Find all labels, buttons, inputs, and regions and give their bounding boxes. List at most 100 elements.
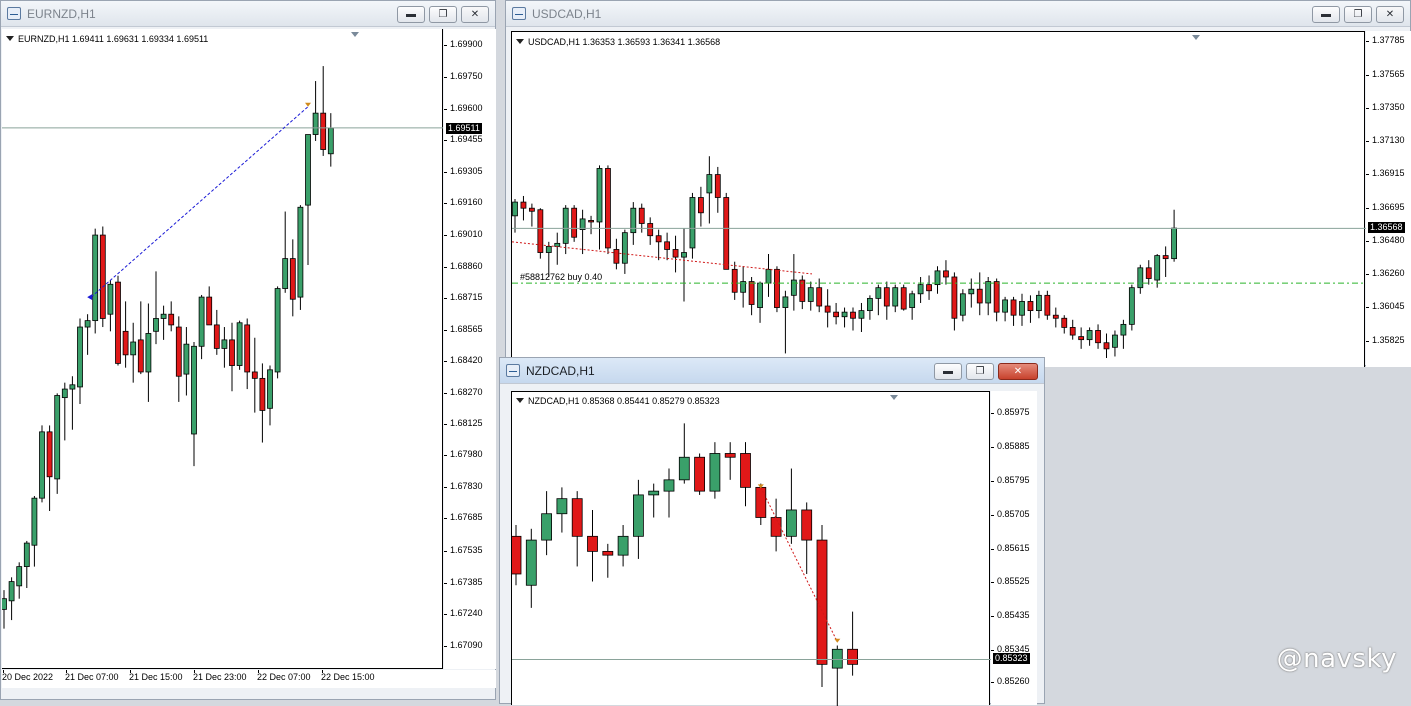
price-axis-label: 1.36260 <box>1372 268 1405 279</box>
watermark-text: @navsky <box>1276 644 1397 674</box>
bull-candle-body <box>790 279 797 296</box>
candle <box>1019 293 1025 326</box>
candle <box>841 307 848 328</box>
close-button[interactable]: ✕ <box>1376 6 1404 23</box>
bull-candle-body <box>16 566 23 587</box>
price-axis-tick <box>444 171 447 173</box>
dropdown-triangle-icon[interactable] <box>516 39 524 44</box>
bull-candle-body <box>282 258 289 289</box>
bull-candle-body <box>706 174 713 194</box>
eurnzd-price-scale[interactable]: 1.69900 1.69750 1.69600 1.69455 1.69305 1.691… <box>444 29 496 669</box>
candle <box>831 645 843 706</box>
candle <box>137 301 144 375</box>
price-axis-label: 0.85615 <box>997 542 1030 553</box>
window-title: NZDCAD,H1 <box>526 364 595 378</box>
chart-shift-marker-icon[interactable] <box>890 395 898 400</box>
bull-candle-body <box>525 539 537 586</box>
candle <box>664 232 671 261</box>
bull-candle-body <box>866 297 873 312</box>
restore-button[interactable]: ❐ <box>429 6 457 23</box>
bear-candle-body <box>1162 255 1169 260</box>
candle <box>1171 209 1177 262</box>
bear-candle-body <box>571 498 583 537</box>
price-axis-tick <box>991 548 994 550</box>
price-axis-tick <box>1366 307 1369 309</box>
price-axis-tick <box>444 298 447 300</box>
exit-arrow-icon <box>305 102 311 107</box>
candle <box>1095 324 1101 349</box>
price-axis-label: 1.68125 <box>450 418 483 429</box>
price-axis-tick <box>1366 174 1369 176</box>
price-axis-tick <box>1366 274 1369 276</box>
price-axis-label: 0.85525 <box>997 576 1030 587</box>
usdcad-chart-window[interactable]: USDCAD,H1 ▬ ❐ ✕ USDCAD,H1 1.36353 1.3659… <box>505 0 1411 367</box>
candle <box>774 266 780 313</box>
candle <box>39 425 45 503</box>
nzdcad-price-scale[interactable]: 0.85975 0.85885 0.85795 0.85705 0.85615 0.855… <box>991 391 1037 705</box>
price-axis-label: 1.67090 <box>450 639 483 650</box>
bear-candle-body <box>833 311 840 318</box>
dropdown-triangle-icon[interactable] <box>6 36 14 41</box>
bear-candle-body <box>714 174 721 198</box>
chart-shift-marker-icon[interactable] <box>351 32 359 37</box>
candle <box>678 423 690 484</box>
minimize-button[interactable]: ▬ <box>934 363 962 380</box>
bear-candle-body <box>755 486 767 518</box>
candle <box>934 266 941 294</box>
restore-button[interactable]: ❐ <box>966 363 994 380</box>
close-button[interactable]: ✕ <box>461 6 489 23</box>
candle <box>198 294 205 360</box>
candle <box>807 281 814 311</box>
candle <box>1128 284 1135 331</box>
price-axis-tick <box>444 330 447 332</box>
candle <box>99 226 106 328</box>
bull-candle-body <box>892 287 899 307</box>
bull-candle-body <box>617 535 629 556</box>
close-button[interactable]: ✕ <box>998 363 1038 380</box>
bull-candle-body <box>512 201 518 217</box>
price-axis-tick <box>1366 207 1369 209</box>
bear-candle-body <box>512 535 522 575</box>
usdcad-titlebar[interactable]: USDCAD,H1 ▬ ❐ ✕ <box>506 1 1410 27</box>
restore-button[interactable]: ❐ <box>1344 6 1372 23</box>
bear-candle-body <box>883 287 890 307</box>
eurnzd-time-scale[interactable]: 20 Dec 2022 21 Dec 07:00 21 Dec 15:00 21 De… <box>2 670 496 688</box>
candle <box>1036 290 1042 319</box>
candle <box>917 276 924 303</box>
candle <box>621 229 628 274</box>
bear-candle-body <box>259 377 266 411</box>
candle <box>312 81 319 141</box>
nzdcad-titlebar[interactable]: NZDCAD,H1 ▬ ❐ ✕ <box>500 358 1044 384</box>
bull-candle-body <box>92 234 99 322</box>
price-axis-tick <box>444 645 447 647</box>
price-axis-tick <box>444 76 447 78</box>
usdcad-price-scale[interactable]: 1.37785 1.37565 1.37350 1.37130 1.36915 1.366… <box>1366 31 1411 367</box>
candle <box>77 318 83 405</box>
eurnzd-titlebar[interactable]: EURNZD,H1 ▬ ❐ ✕ <box>1 1 495 27</box>
price-axis-tick <box>444 393 447 395</box>
candle <box>883 281 890 320</box>
candle <box>723 192 730 270</box>
price-axis-tick <box>991 480 994 482</box>
dropdown-triangle-icon[interactable] <box>516 398 524 403</box>
chart-shift-marker-icon[interactable] <box>1192 35 1200 40</box>
minimize-button[interactable]: ▬ <box>1312 6 1340 23</box>
window-title: EURNZD,H1 <box>27 7 96 21</box>
chart-window-icon <box>506 364 520 377</box>
eurnzd-plot-area[interactable]: EURNZD,H1 1.69411 1.69631 1.69334 1.6951… <box>2 29 443 669</box>
minimize-button[interactable]: ▬ <box>397 6 425 23</box>
nzdcad-plot-area[interactable]: NZDCAD,H1 0.85368 0.85441 0.85279 0.8532… <box>511 391 991 706</box>
bear-candle-body <box>602 550 614 556</box>
order-label[interactable]: #58812762 buy 0.40 <box>520 272 602 282</box>
bear-candle-body <box>723 197 730 270</box>
candle <box>850 307 856 331</box>
bear-candle-body <box>774 268 780 308</box>
eurnzd-chart-window[interactable]: EURNZD,H1 ▬ ❐ ✕ EURNZD,H1 1.69411 1.6963… <box>0 0 496 700</box>
price-axis-tick <box>1366 141 1369 143</box>
candle <box>46 425 53 511</box>
bull-candle-body <box>77 326 83 388</box>
nzdcad-chart-window[interactable]: NZDCAD,H1 ▬ ❐ ✕ NZDCAD,H1 0.85368 0.8544… <box>499 357 1045 706</box>
price-axis-label: 0.85435 <box>997 610 1030 621</box>
candle <box>2 590 7 629</box>
usdcad-plot-area[interactable]: USDCAD,H1 1.36353 1.36593 1.36341 1.3656… <box>511 31 1366 367</box>
